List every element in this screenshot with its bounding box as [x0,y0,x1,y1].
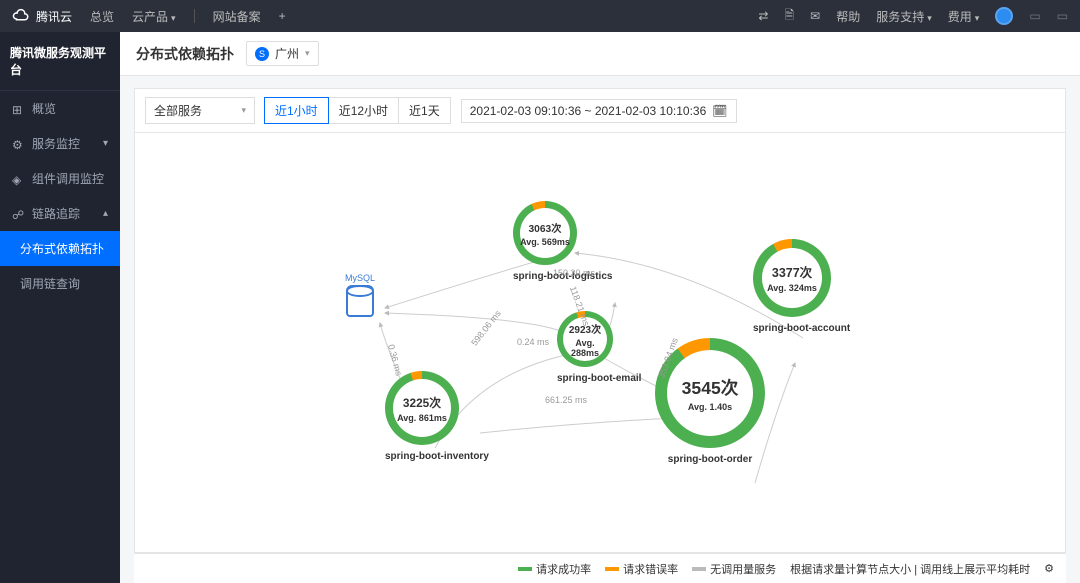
chevron-up-icon: ▴ [103,208,108,219]
node-avg: Avg. 288ms [563,338,607,358]
chevron-down-icon: ▾ [103,138,108,149]
nav-products[interactable]: 云产品 [132,8,176,25]
range-1h-button[interactable]: 近1小时 [264,97,329,124]
nav-overview[interactable]: 总览 [90,8,114,25]
chat-icon[interactable]: ▭ [1029,9,1040,23]
sidebar: 腾讯微服务观测平台 ⊞ 概览 ⚙ 服务监控 ▾ ◈ 组件调用监控 ☍ 链路追踪 … [0,32,120,583]
toolbar: 全部服务 ▾ 近1小时 近12小时 近1天 2021-02-03 09:10:3… [134,88,1066,133]
sidebar-item-overview[interactable]: ⊞ 概览 [0,91,120,126]
edge-label: 661.25 ms [545,395,587,405]
node-inventory[interactable]: 3225次 Avg. 861ms spring-boot-inventory [385,371,489,462]
sidebar-item-topology[interactable]: 分布式依赖拓扑 [0,231,120,266]
nav-help[interactable]: 帮助 [836,8,860,25]
main: 分布式依赖拓扑 S 广州 ▾ 全部服务 ▾ 近1小时 近12小时 近1天 20 [120,32,1080,583]
nav-beian[interactable]: 网站备案 [213,8,261,25]
sidebar-item-component[interactable]: ◈ 组件调用监控 [0,161,120,196]
topology-canvas[interactable]: MySQL 3063次Avg. 569ms spring-boot-logist… [134,133,1066,553]
sidebar-item-label: 服务监控 [32,135,80,152]
cloud-logo-icon [12,7,30,25]
node-count: 3545次 [682,375,739,400]
node-avg: Avg. 1.40s [688,402,732,412]
edge-label: 0.24 ms [517,337,549,347]
node-label: spring-boot-email [557,373,641,384]
sidebar-item-label: 概览 [32,100,56,117]
sidebar-title: 腾讯微服务观测平台 [0,32,120,91]
nav-separator [194,9,195,23]
doc-icon[interactable]: 🗎 [784,6,794,27]
globe-icon: S [255,47,269,61]
legend-swatch-grey [692,567,706,571]
legend-nocall: 无调用量服务 [692,561,776,577]
sidebar-item-label: 调用链查询 [20,275,80,292]
nav-support[interactable]: 服务支持 [876,8,932,25]
node-email[interactable]: 2923次Avg. 288ms spring-boot-email [557,311,641,384]
sidebar-item-trace[interactable]: ☍ 链路追踪 ▴ [0,196,120,231]
top-bar: 腾讯云 总览 云产品 网站备案 + ⇄ 🗎 ✉ 帮助 服务支持 费用 ▭ ▭ [0,0,1080,32]
legend-success: 请求成功率 [518,561,591,577]
nav-fee[interactable]: 费用 [948,8,980,25]
more-icon[interactable]: ▭ [1057,9,1068,23]
service-filter-label: 全部服务 [154,102,202,119]
node-avg: Avg. 324ms [767,283,817,293]
datetime-label: 2021-02-03 09:10:36 ~ 2021-02-03 10:10:3… [470,104,707,118]
sidebar-item-label: 分布式依赖拓扑 [20,240,104,257]
brand[interactable]: 腾讯云 [12,7,72,25]
database-icon [346,285,374,317]
sidebar-item-label: 组件调用监控 [32,170,104,187]
top-nav: 总览 云产品 网站备案 + [90,8,286,25]
legend-error: 请求错误率 [605,561,678,577]
region-label: 广州 [275,45,299,62]
node-account[interactable]: 3377次 Avg. 324ms spring-boot-account [753,239,850,334]
top-right: ⇄ 🗎 ✉ 帮助 服务支持 费用 ▭ ▭ [758,6,1068,27]
node-count: 3225次 [403,394,441,411]
node-label: spring-boot-order [655,454,765,465]
sidebar-item-chain[interactable]: 调用链查询 [0,266,120,301]
page-header: 分布式依赖拓扑 S 广州 ▾ [120,32,1080,76]
sidebar-item-label: 链路追踪 [32,205,80,222]
node-label: spring-boot-account [753,323,850,334]
legend-note: 根据请求量计算节点大小 | 调用线上展示平均耗时 [790,561,1030,577]
sidebar-item-monitor[interactable]: ⚙ 服务监控 ▾ [0,126,120,161]
tool-icon[interactable]: ⇄ [758,9,768,23]
brand-text: 腾讯云 [36,8,72,25]
region-selector[interactable]: S 广州 ▾ [246,41,319,66]
gear-icon: ⚙ [12,138,24,150]
grid-icon: ⊞ [12,103,24,115]
legend-swatch-orange [605,567,619,571]
nav-plus[interactable]: + [279,9,286,23]
page-title: 分布式依赖拓扑 [136,44,234,64]
range-12h-button[interactable]: 近12小时 [328,97,399,124]
node-count: 3063次 [528,220,561,235]
node-label: spring-boot-inventory [385,451,489,462]
cube-icon: ◈ [12,173,24,185]
datetime-picker[interactable]: 2021-02-03 09:10:36 ~ 2021-02-03 10:10:3… [461,99,737,123]
calendar-icon: 🗓 [712,104,727,118]
time-range-group: 近1小时 近12小时 近1天 [265,97,451,124]
chevron-down-icon: ▾ [305,48,310,59]
edge-label: 150.30 ms [553,268,595,278]
node-avg: Avg. 569ms [520,237,570,247]
settings-icon[interactable]: ⚙ [1044,562,1054,575]
node-avg: Avg. 861ms [397,413,447,423]
legend-footer: 请求成功率 请求错误率 无调用量服务 根据请求量计算节点大小 | 调用线上展示平… [134,553,1066,583]
chevron-down-icon: ▾ [241,105,246,116]
range-1d-button[interactable]: 近1天 [398,97,451,124]
mail-icon[interactable]: ✉ [810,9,820,23]
avatar[interactable] [995,7,1013,25]
legend-swatch-green [518,567,532,571]
link-icon: ☍ [12,208,24,220]
service-filter-select[interactable]: 全部服务 ▾ [145,97,255,124]
mysql-label: MySQL [345,273,375,283]
node-count: 3377次 [772,263,812,281]
node-mysql[interactable]: MySQL [345,273,375,317]
